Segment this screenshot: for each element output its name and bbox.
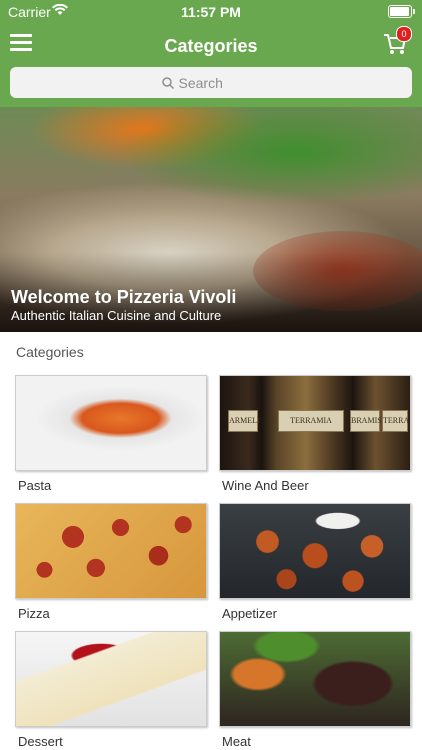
category-label: Meat — [222, 734, 251, 749]
bottle-label: TERRAMIA — [278, 410, 344, 432]
wine-and-beer-image: ARMELI TERRAMIA BRAMIS TERRA — [219, 375, 411, 471]
category-label: Wine And Beer — [222, 478, 309, 493]
categories-heading: Categories — [16, 344, 84, 360]
category-label: Dessert — [18, 734, 63, 749]
bottle-label: TERRA — [382, 410, 409, 432]
category-tile-wine-and-beer[interactable]: ARMELI TERRAMIA BRAMIS TERRA Wine And Be… — [219, 375, 411, 493]
search-icon — [161, 76, 174, 89]
bottle-label: ARMELI — [228, 410, 260, 432]
cart-count-badge: 0 — [396, 26, 412, 42]
category-label: Appetizer — [222, 606, 277, 621]
dessert-image — [15, 631, 207, 727]
hero-subtitle: Authentic Italian Cuisine and Culture — [11, 308, 222, 323]
hero-title: Welcome to Pizzeria Vivoli — [11, 287, 237, 307]
pizza-image — [15, 503, 207, 599]
nav-bar: Categories 0 — [0, 24, 422, 66]
category-tile-pizza[interactable]: Pizza — [15, 503, 207, 621]
top-header: Carrier 11:57 PM Categories 0 — [0, 0, 422, 107]
category-tile-pasta[interactable]: Pasta — [15, 375, 207, 493]
status-time: 11:57 PM — [181, 4, 241, 20]
meat-image — [219, 631, 411, 727]
hero-banner: Welcome to Pizzeria Vivoli Authentic Ita… — [0, 107, 422, 332]
battery-icon — [388, 5, 415, 18]
category-label: Pizza — [18, 606, 50, 621]
pasta-image — [15, 375, 207, 471]
status-bar: Carrier 11:57 PM — [0, 0, 422, 24]
appetizer-image — [219, 503, 411, 599]
category-tile-dessert[interactable]: Dessert — [15, 631, 207, 749]
search-bar[interactable] — [10, 67, 412, 98]
category-tile-appetizer[interactable]: Appetizer — [219, 503, 411, 621]
category-tile-meat[interactable]: Meat — [219, 631, 411, 749]
category-label: Pasta — [18, 478, 52, 493]
cart-button[interactable]: 0 — [382, 26, 412, 58]
bottle-label: BRAMIS — [350, 410, 382, 432]
search-input[interactable] — [176, 73, 261, 92]
page-title: Categories — [164, 36, 258, 56]
